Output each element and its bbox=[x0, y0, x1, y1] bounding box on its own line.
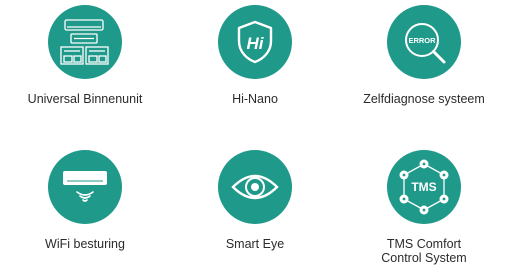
feature-label: Smart Eye bbox=[225, 237, 285, 251]
error-magnifier-icon: ERROR bbox=[387, 5, 461, 79]
indoor-units-icon bbox=[48, 5, 122, 79]
tms-hexagon-icon: TMS bbox=[387, 150, 461, 224]
feature-label: WiFi besturing bbox=[45, 237, 125, 251]
feature-universal-indoor-unit: Universal Binnenunit bbox=[0, 5, 170, 106]
hi-text: Hi bbox=[247, 34, 265, 53]
hi-nano-shield-icon: Hi bbox=[218, 5, 292, 79]
feature-label: Zelfdiagnose systeem bbox=[363, 92, 485, 106]
feature-hi-nano: Hi Hi-Nano bbox=[170, 5, 340, 106]
feature-self-diagnosis: ERROR Zelfdiagnose systeem bbox=[339, 5, 509, 106]
feature-wifi-control: WiFi besturing bbox=[0, 150, 170, 251]
wifi-ac-unit-icon bbox=[48, 150, 122, 224]
feature-label: TMS Comfort Control System bbox=[381, 237, 467, 265]
feature-tms-comfort-control: TMS TMS Comfort Control System bbox=[339, 150, 509, 265]
feature-grid: Universal Binnenunit Hi Hi-Nano ERROR Ze… bbox=[0, 0, 509, 271]
error-text: ERROR bbox=[408, 36, 436, 45]
feature-label: Universal Binnenunit bbox=[27, 92, 143, 106]
smart-eye-icon bbox=[218, 150, 292, 224]
feature-label: Hi-Nano bbox=[232, 92, 278, 106]
tms-text: TMS bbox=[411, 180, 436, 194]
feature-smart-eye: Smart Eye bbox=[170, 150, 340, 251]
